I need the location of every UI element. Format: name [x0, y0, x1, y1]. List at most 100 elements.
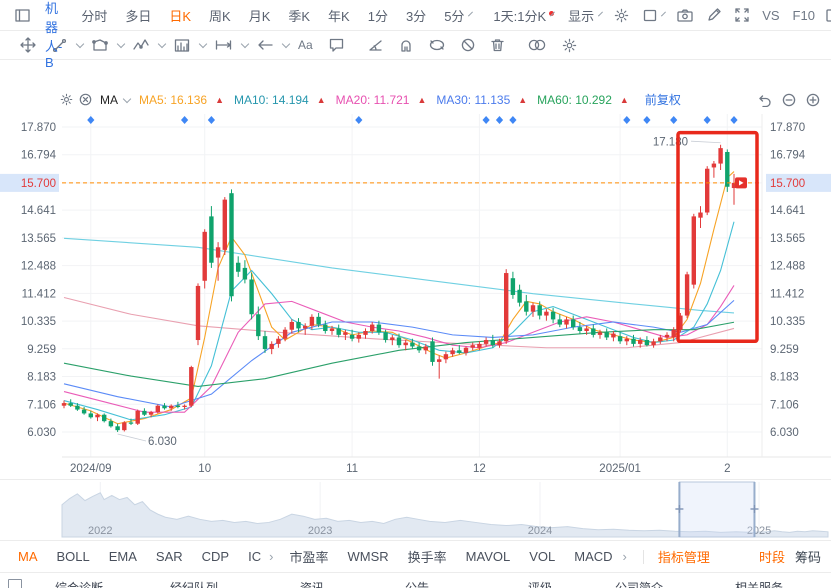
layout-panel-icon[interactable] [15, 9, 30, 22]
arrow-tool-icon[interactable] [257, 39, 273, 51]
period-tab-yearly-k[interactable]: 年K [328, 6, 350, 25]
chart-style-icon[interactable] [643, 9, 657, 22]
ma5-legend: MA5: 16.136 [139, 93, 207, 107]
camera-icon[interactable] [677, 9, 693, 22]
sub-indicator-tab-pe[interactable]: 市盈率 [289, 547, 328, 566]
period-tab-1min[interactable]: 1分 [368, 6, 388, 25]
right-panel-icon[interactable] [826, 9, 831, 22]
chevron-down-icon[interactable] [468, 12, 473, 17]
link-charts-icon[interactable] [528, 39, 546, 51]
zoom-out-icon[interactable] [782, 93, 796, 107]
chart-zoom-controls [752, 93, 825, 107]
adjust-mode-label[interactable]: 前复权 [645, 91, 681, 108]
period-tab-fenshi[interactable]: 分时 [81, 6, 107, 25]
chevron-down-icon[interactable] [598, 12, 603, 17]
wave-tool-icon[interactable] [133, 38, 149, 53]
sub-indicator-tab-macd[interactable]: MACD [574, 549, 612, 564]
svg-text:2022: 2022 [88, 525, 112, 537]
period-tab-monthly-k[interactable]: 月K [249, 6, 271, 25]
indicator-tab-cdp[interactable]: CDP [202, 549, 229, 564]
shape-tool-icon[interactable] [92, 38, 108, 53]
sub-indicator-tab-wmsr[interactable]: WMSR [347, 549, 388, 564]
replay-tool-icon[interactable] [429, 38, 445, 52]
chevron-down-icon[interactable] [123, 94, 131, 102]
display-menu[interactable]: 显示 [568, 6, 594, 25]
chevron-down-icon[interactable] [282, 40, 290, 48]
zoom-in-icon[interactable] [806, 93, 820, 107]
up-triangle-icon: ▲ [317, 95, 326, 105]
svg-text:6.030: 6.030 [148, 436, 177, 448]
chip-distribution-tab[interactable]: 筹码 [795, 547, 821, 566]
up-triangle-icon: ▲ [518, 95, 527, 105]
navigator-range-selector[interactable]: 2022202320242025 [0, 480, 831, 540]
period-tab-5min[interactable]: 5分 [444, 6, 464, 25]
period-tab-3min[interactable]: 3分 [406, 6, 426, 25]
bottom-tab-announcements[interactable]: 公告 [405, 579, 429, 588]
indicator-tab-ic[interactable]: IC [248, 549, 261, 564]
chevron-down-icon[interactable] [158, 40, 166, 48]
delete-drawings-icon[interactable] [491, 38, 504, 52]
svg-text:6.030: 6.030 [27, 427, 56, 439]
bottom-tab-bar: 综合诊断 经纪队列 资讯 公告 评级 公司简介 相关服务 [0, 572, 831, 588]
chevron-right-icon[interactable]: › [269, 549, 273, 564]
settings-gear-icon[interactable] [614, 8, 629, 23]
bottom-tab-company-profile[interactable]: 公司简介 [615, 579, 663, 588]
bottom-tab-news[interactable]: 资讯 [300, 579, 324, 588]
svg-text:2: 2 [724, 463, 730, 475]
bottom-tab-broker-queue[interactable]: 经纪队列 [170, 579, 218, 588]
chevron-down-icon[interactable] [661, 12, 666, 17]
fullscreen-icon[interactable] [735, 8, 749, 22]
pattern-tool-icon[interactable] [174, 38, 190, 53]
bottom-tab-ratings[interactable]: 评级 [528, 579, 552, 588]
bottom-tab-diagnosis[interactable]: 综合诊断 [55, 579, 103, 588]
magnet-tool-icon[interactable] [399, 38, 413, 52]
hide-drawings-icon[interactable] [461, 38, 475, 52]
svg-text:15.700: 15.700 [21, 178, 56, 190]
ma60-legend: MA60: 10.292 [537, 93, 612, 107]
sub-indicator-tab-turnover[interactable]: 换手率 [408, 547, 447, 566]
checkbox-icon[interactable] [8, 579, 22, 588]
f10-button[interactable]: F10 [793, 8, 815, 23]
svg-text:17.870: 17.870 [770, 122, 805, 134]
sub-indicator-tab-mavol[interactable]: MAVOL [466, 549, 511, 564]
composite-period-selector[interactable]: 1天:1分K [493, 6, 546, 25]
chevron-down-icon[interactable] [76, 40, 84, 48]
svg-text:12.488: 12.488 [21, 261, 56, 273]
chevron-down-icon[interactable] [241, 40, 249, 48]
session-tab[interactable]: 时段 [759, 547, 785, 566]
period-tab-weekly-k[interactable]: 周K [209, 6, 231, 25]
text-tool-icon[interactable]: Aa [298, 38, 313, 52]
undo-icon[interactable] [757, 93, 772, 107]
period-tab-duori[interactable]: 多日 [125, 6, 151, 25]
draw-pencil-icon[interactable] [707, 8, 721, 22]
indicator-manage-button[interactable]: 指标管理 [658, 547, 710, 566]
ma-group-label[interactable]: MA [100, 93, 118, 107]
kline-chart-area: 17.1806.03017.87017.87016.79416.79415.70… [0, 60, 831, 480]
angle-tool-icon[interactable] [368, 39, 383, 52]
indicator-tab-sar[interactable]: SAR [156, 549, 183, 564]
chevron-down-icon[interactable] [199, 40, 207, 48]
sub-indicator-tab-vol[interactable]: VOL [529, 549, 555, 564]
indicator-tab-boll[interactable]: BOLL [57, 549, 90, 564]
chevron-down-icon[interactable] [117, 40, 125, 48]
close-indicator-icon[interactable] [79, 93, 92, 106]
period-tab-quarterly-k[interactable]: 季K [288, 6, 310, 25]
svg-text:11.412: 11.412 [22, 288, 56, 300]
vs-compare-button[interactable]: VS [762, 8, 779, 23]
navigator-selection [679, 482, 754, 537]
indicator-bar-divider [643, 550, 644, 564]
candlestick-chart[interactable]: 17.1806.03017.87017.87016.79416.79415.70… [0, 60, 831, 480]
bottom-tab-related[interactable]: 相关服务 [735, 579, 783, 588]
svg-text:10.335: 10.335 [21, 316, 56, 328]
ma30-legend: MA30: 11.135 [436, 93, 510, 107]
indicator-tab-ema[interactable]: EMA [109, 549, 137, 564]
period-tab-daily-k[interactable]: 日K [169, 6, 191, 25]
measure-tool-icon[interactable] [215, 38, 232, 52]
move-cross-icon[interactable] [20, 37, 36, 53]
indicator-tab-ma[interactable]: MA [18, 549, 38, 564]
indicator-settings-gear-icon[interactable] [60, 93, 73, 106]
chevron-right-icon[interactable]: › [623, 549, 627, 564]
comment-tool-icon[interactable] [329, 38, 344, 52]
svg-text:13.565: 13.565 [21, 233, 56, 245]
drawbar-settings-gear-icon[interactable] [562, 38, 577, 53]
